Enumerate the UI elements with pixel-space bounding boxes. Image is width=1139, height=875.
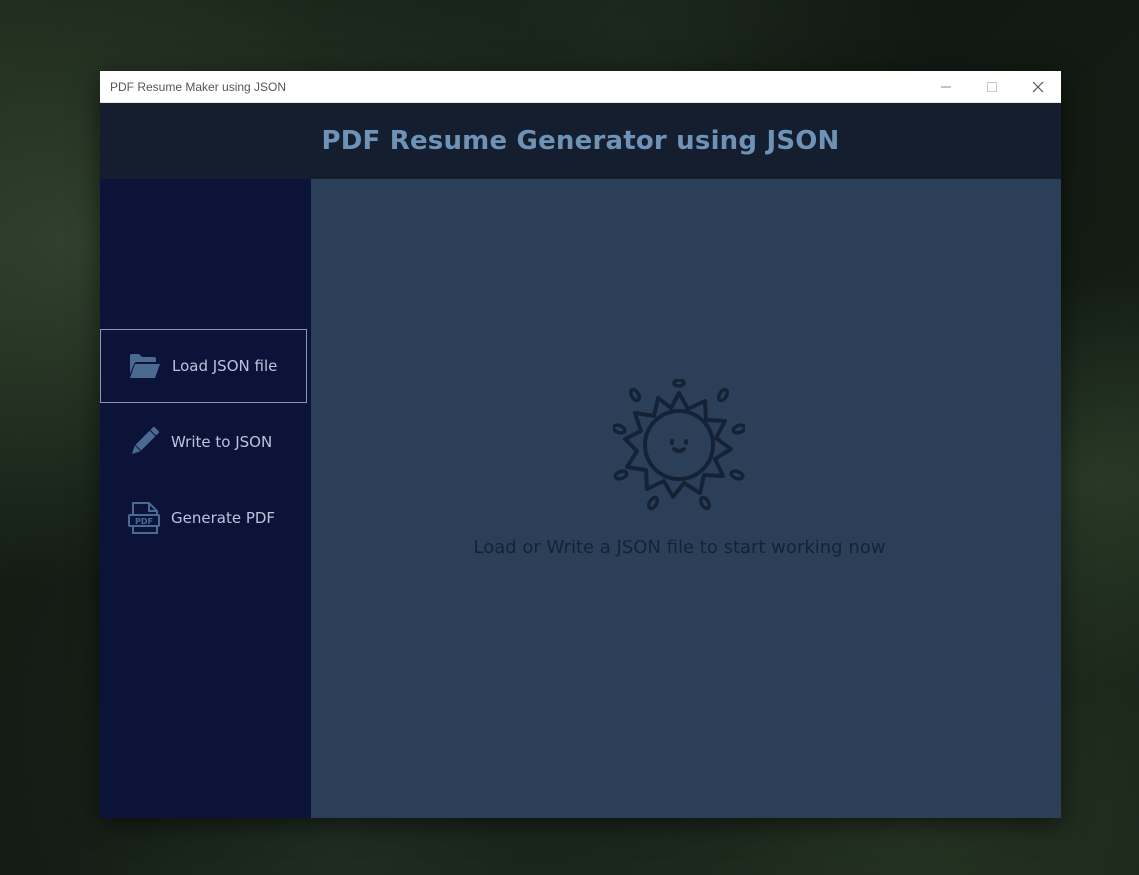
sidebar-item-label: Generate PDF [171,509,276,527]
sidebar-item-load-json[interactable]: Load JSON file [100,329,307,403]
window-title: PDF Resume Maker using JSON [110,80,287,94]
minimize-button[interactable] [923,71,969,102]
pdf-file-icon: PDF [127,501,161,535]
sidebar-item-generate-pdf[interactable]: PDF Generate PDF [100,481,307,555]
smiling-sun-icon [613,379,745,511]
sidebar-item-label: Load JSON file [172,357,278,375]
title-bar[interactable]: PDF Resume Maker using JSON [100,71,1061,103]
maximize-button[interactable] [969,71,1015,102]
close-button[interactable] [1015,71,1061,102]
pencil-icon [127,425,161,459]
main-content: Load or Write a JSON file to start worki… [311,179,1061,818]
app-window: PDF Resume Maker using JSON PDF Resume G… [100,71,1061,818]
maximize-icon [987,81,997,92]
sidebar-item-write-json[interactable]: Write to JSON [100,405,307,479]
empty-state-message: Load or Write a JSON file to start worki… [473,537,886,558]
folder-open-icon [128,349,162,383]
close-icon [1032,81,1044,92]
sidebar: Load JSON file Write to JSON PDF Generat… [100,179,311,818]
page-title: PDF Resume Generator using JSON [321,126,840,156]
sidebar-item-label: Write to JSON [171,433,273,451]
minimize-icon [941,86,951,87]
svg-text:PDF: PDF [135,517,153,526]
app-header: PDF Resume Generator using JSON [100,103,1061,179]
